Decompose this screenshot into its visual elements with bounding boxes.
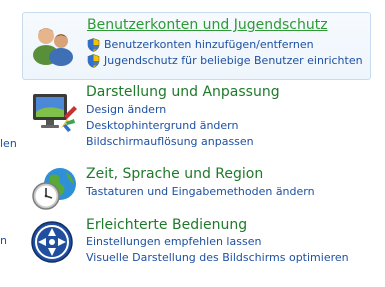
- link-change-desktop-background[interactable]: Desktophintergrund ändern: [86, 118, 254, 134]
- link-label: Jugendschutz für beliebige Benutzer einr…: [104, 54, 363, 67]
- link-parental-controls[interactable]: Jugendschutz für beliebige Benutzer einr…: [87, 53, 363, 69]
- category-title-link[interactable]: Zeit, Sprache und Region: [86, 165, 263, 183]
- clock-globe-icon: [32, 168, 76, 210]
- category-ease-of-access: Erleichterte Bedienung Einstellungen emp…: [22, 214, 371, 270]
- category-title-link[interactable]: Erleichterte Bedienung: [86, 216, 247, 234]
- uac-shield-icon: [87, 54, 100, 68]
- appearance-icon: [33, 94, 77, 132]
- link-get-recommendations[interactable]: Einstellungen empfehlen lassen: [86, 234, 349, 250]
- edge-text-fragment: n: [0, 234, 7, 247]
- edge-text-fragment: len: [0, 137, 17, 150]
- link-label: Benutzerkonten hinzufügen/entfernen: [104, 38, 314, 51]
- ease-of-access-icon: [31, 221, 73, 263]
- link-change-theme[interactable]: Design ändern: [86, 102, 254, 118]
- category-title-link[interactable]: Benutzerkonten und Jugendschutz: [87, 16, 328, 34]
- users-icon: [33, 28, 73, 66]
- category-title-link[interactable]: Darstellung und Anpassung: [86, 83, 280, 101]
- link-optimize-visual-display[interactable]: Visuelle Darstellung des Bildschirms opt…: [86, 250, 349, 266]
- uac-shield-icon: [87, 38, 100, 52]
- category-appearance: Darstellung und Anpassung Design ändern …: [22, 82, 371, 152]
- link-change-keyboards[interactable]: Tastaturen und Eingabemethoden ändern: [86, 184, 315, 200]
- link-adjust-resolution[interactable]: Bildschirmauflösung anpassen: [86, 134, 254, 150]
- category-clock-language-region: Zeit, Sprache und Region Tastaturen und …: [22, 162, 371, 212]
- category-user-accounts[interactable]: Benutzerkonten und Jugendschutz Benutzer…: [22, 12, 371, 80]
- link-add-remove-accounts[interactable]: Benutzerkonten hinzufügen/entfernen: [87, 37, 363, 53]
